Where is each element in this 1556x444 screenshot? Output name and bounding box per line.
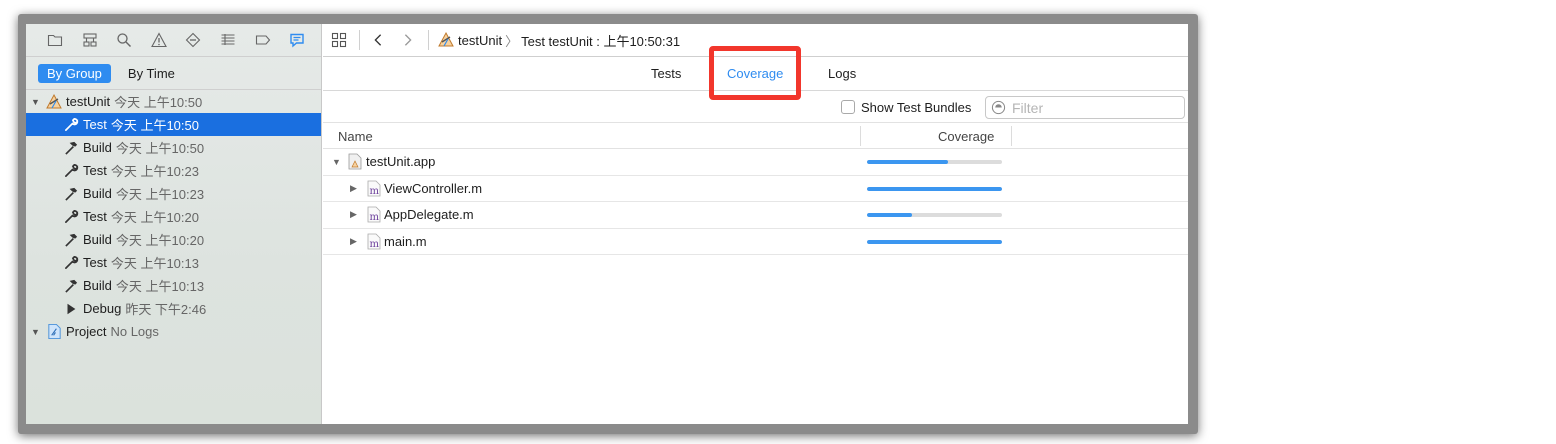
- hammer-icon: [62, 277, 80, 295]
- coverage-bar: [867, 160, 1002, 164]
- coverage-filter-bar: Show Test Bundles: [323, 91, 1188, 123]
- coverage-bar: [867, 239, 1002, 244]
- disclosure-expanded-icon[interactable]: ▼: [31, 97, 41, 107]
- by-group-segment[interactable]: By Group: [38, 63, 111, 83]
- forward-chevron-icon[interactable]: [398, 30, 418, 50]
- disclosure-collapsed-icon[interactable]: ▶: [350, 183, 357, 194]
- column-header-name[interactable]: Name: [338, 129, 373, 144]
- filter-field[interactable]: [985, 96, 1185, 119]
- group-title: testUnit: [66, 94, 111, 109]
- group-mode-selector: By Group By Time: [26, 57, 321, 90]
- coverage-table-header: Name Coverage: [323, 123, 1188, 149]
- disclosure-expanded-icon[interactable]: ▼: [31, 327, 41, 337]
- play-icon: [62, 300, 80, 318]
- show-test-bundles-label: Show Test Bundles: [861, 100, 972, 115]
- test-diamond-icon[interactable]: [183, 29, 205, 51]
- row-name: main.m: [384, 233, 427, 249]
- log-item-build[interactable]: Build 今天 上午10:50: [26, 136, 321, 159]
- objc-file-icon: m: [367, 180, 381, 197]
- objc-file-icon: m: [367, 206, 381, 223]
- group-row-testunit[interactable]: ▼ testUnit 今天 上午10:50: [26, 90, 321, 113]
- breakpoint-icon[interactable]: [252, 29, 274, 51]
- filter-icon: [991, 100, 1006, 115]
- column-header-coverage[interactable]: Coverage: [938, 129, 994, 144]
- hammer-icon: [62, 231, 80, 249]
- group-time: 今天 上午10:50: [114, 95, 203, 110]
- log-item-build[interactable]: Build 今天 上午10:23: [26, 182, 321, 205]
- wrench-icon: [62, 162, 80, 180]
- xcode-project-icon: [45, 93, 63, 111]
- log-item-test[interactable]: Test 今天 上午10:20: [26, 205, 321, 228]
- disclosure-collapsed-icon[interactable]: ▶: [350, 209, 357, 220]
- table-row[interactable]: ▼ testUnit.app: [323, 149, 1188, 176]
- group-title: Project: [66, 324, 107, 339]
- jump-bar: testUnit 〉 Test testUnit : 上午10:50:31: [323, 24, 1188, 57]
- svg-text:m: m: [370, 239, 380, 250]
- coverage-fill: [867, 213, 912, 217]
- tab-tests[interactable]: Tests: [651, 66, 681, 81]
- tab-coverage[interactable]: Coverage: [727, 66, 783, 81]
- row-name: testUnit.app: [366, 154, 436, 170]
- svg-text:m: m: [370, 186, 380, 197]
- breadcrumb-separator-icon: 〉: [505, 33, 519, 49]
- back-chevron-icon[interactable]: [368, 30, 388, 50]
- xcode-window: By Group By Time ▼ testUnit 今天 上午10:50 T…: [26, 24, 1188, 424]
- app-file-icon: [348, 153, 362, 170]
- report-navigator: By Group By Time ▼ testUnit 今天 上午10:50 T…: [26, 24, 322, 424]
- hierarchy-icon[interactable]: [79, 29, 101, 51]
- log-item-test[interactable]: Test 今天 上午10:23: [26, 159, 321, 182]
- coverage-fill: [867, 186, 1002, 191]
- wrench-icon: [62, 116, 80, 134]
- related-items-icon[interactable]: [329, 30, 349, 50]
- wrench-icon: [62, 254, 80, 272]
- log-item-build[interactable]: Build 今天 上午10:20: [26, 228, 321, 251]
- debug-list-icon[interactable]: [217, 29, 239, 51]
- report-editor: testUnit 〉 Test testUnit : 上午10:50:31 Te…: [323, 24, 1188, 424]
- navigator-selector-bar: [26, 24, 321, 57]
- row-name: ViewController.m: [384, 180, 483, 196]
- log-item-debug[interactable]: Debug 昨天 下午2:46: [26, 297, 321, 320]
- coverage-bar: [867, 186, 1002, 191]
- folder-icon[interactable]: [44, 29, 66, 51]
- group-time: No Logs: [110, 324, 159, 339]
- breadcrumb-project[interactable]: testUnit: [458, 33, 502, 48]
- hammer-icon: [62, 139, 80, 157]
- report-tree: ▼ testUnit 今天 上午10:50 Test 今天 上午10:50 Bu…: [26, 90, 321, 343]
- coverage-fill: [867, 239, 1002, 244]
- table-row[interactable]: ▶ m ViewController.m: [323, 176, 1188, 202]
- disclosure-expanded-icon[interactable]: ▼: [332, 157, 341, 167]
- coverage-table: ▼ testUnit.app ▶ m ViewController.m ▶ m: [323, 149, 1188, 255]
- column-divider[interactable]: [860, 126, 861, 146]
- log-item-build[interactable]: Build 今天 上午10:13: [26, 274, 321, 297]
- table-row[interactable]: ▶ m main.m: [323, 229, 1188, 255]
- report-icon[interactable]: [286, 29, 308, 51]
- report-tabs: Tests Coverage Logs: [323, 57, 1188, 91]
- table-row[interactable]: ▶ m AppDelegate.m: [323, 202, 1188, 229]
- by-time-segment[interactable]: By Time: [119, 64, 184, 83]
- column-divider[interactable]: [1011, 126, 1012, 146]
- filter-input[interactable]: [1012, 99, 1172, 116]
- log-item-test[interactable]: Test 今天 上午10:13: [26, 251, 321, 274]
- row-name: AppDelegate.m: [384, 207, 474, 223]
- jump-bar-divider: [428, 30, 429, 50]
- log-item-test[interactable]: Test 今天 上午10:50: [26, 113, 321, 136]
- wrench-icon: [62, 208, 80, 226]
- show-test-bundles-checkbox[interactable]: [841, 100, 855, 114]
- search-icon[interactable]: [113, 29, 135, 51]
- group-row-project[interactable]: ▼ Project No Logs: [26, 320, 321, 343]
- jump-bar-divider: [359, 30, 360, 50]
- objc-file-icon: m: [367, 233, 381, 250]
- tab-logs[interactable]: Logs: [828, 66, 856, 81]
- coverage-fill: [867, 160, 948, 164]
- warning-icon[interactable]: [148, 29, 170, 51]
- disclosure-collapsed-icon[interactable]: ▶: [350, 236, 357, 247]
- breadcrumb[interactable]: testUnit 〉 Test testUnit : 上午10:50:31: [437, 31, 680, 50]
- coverage-bar: [867, 213, 1002, 217]
- project-file-icon: [45, 323, 63, 341]
- xcode-project-icon: [437, 31, 455, 49]
- hammer-icon: [62, 185, 80, 203]
- svg-text:m: m: [370, 212, 380, 223]
- breadcrumb-report[interactable]: Test testUnit : 上午10:50:31: [521, 31, 680, 50]
